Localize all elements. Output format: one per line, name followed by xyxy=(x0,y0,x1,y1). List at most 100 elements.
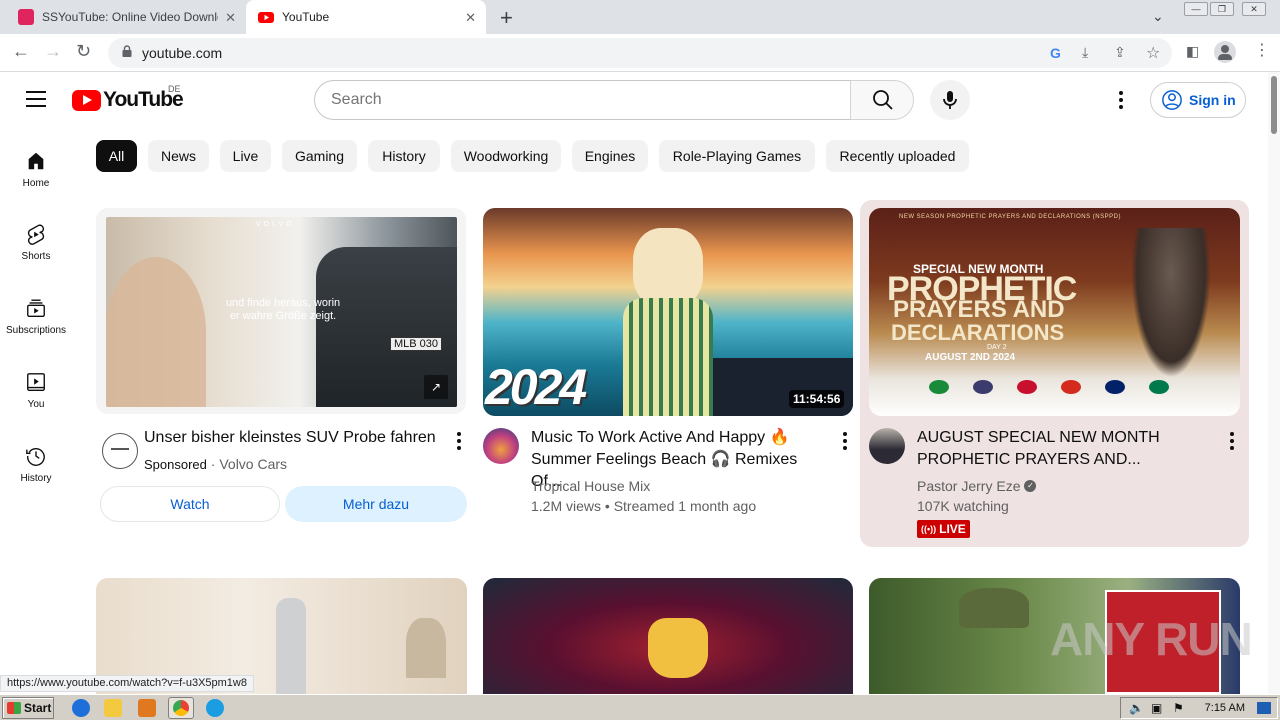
thumbnail-person-image xyxy=(406,618,446,678)
back-arrow-icon[interactable]: ← xyxy=(12,41,30,62)
close-icon[interactable]: ✕ xyxy=(225,10,236,26)
chevron-down-icon[interactable]: ⌄ xyxy=(1152,8,1164,25)
sidebar-item-shorts[interactable]: Shorts xyxy=(0,223,72,262)
tab-title: SSYouTube: Online Video Downloader xyxy=(42,10,218,24)
sidebar-item-subscriptions[interactable]: Subscriptions xyxy=(0,297,72,336)
search-input[interactable] xyxy=(315,81,850,119)
profile-avatar-icon[interactable] xyxy=(1214,41,1236,63)
scrollbar-thumb[interactable] xyxy=(1271,76,1277,134)
channel-name[interactable]: Volvo Cars xyxy=(219,456,287,472)
video-stats: 1.2M views • Streamed 1 month ago xyxy=(531,498,757,514)
voice-search-button[interactable] xyxy=(930,80,970,120)
side-panel-icon[interactable]: ◧ xyxy=(1186,43,1199,60)
you-icon xyxy=(27,373,45,391)
bookmark-star-icon[interactable]: ☆ xyxy=(1146,43,1160,63)
link-status-bar: https://www.youtube.com/watch?v=f-u3X5pm… xyxy=(0,675,254,692)
chip-news[interactable]: News xyxy=(148,140,209,172)
volume-icon[interactable]: 🔈 xyxy=(1129,701,1144,715)
youtube-logo[interactable]: YouTube DE xyxy=(72,84,184,112)
chip-live[interactable]: Live xyxy=(220,140,271,172)
media-player-icon[interactable] xyxy=(138,699,156,717)
tab-ssyoutube[interactable]: SSYouTube: Online Video Downloader ✕ xyxy=(0,0,246,34)
video-thumbnail[interactable]: 2024 11:54:56 xyxy=(483,208,853,416)
network-icon[interactable]: ▣ xyxy=(1151,701,1162,715)
volvo-logo-icon xyxy=(111,448,129,450)
chip-history[interactable]: History xyxy=(368,140,440,172)
thumbnail-cap-image xyxy=(959,588,1029,628)
forward-arrow-icon[interactable]: → xyxy=(44,41,62,62)
chip-role-playing-games[interactable]: Role-Playing Games xyxy=(659,140,815,172)
ie-icon[interactable] xyxy=(72,699,90,717)
desktop-icon[interactable] xyxy=(1257,702,1271,714)
chip-woodworking[interactable]: Woodworking xyxy=(451,140,561,172)
chip-gaming[interactable]: Gaming xyxy=(282,140,357,172)
browser-tab-bar: SSYouTube: Online Video Downloader ✕ You… xyxy=(0,0,1280,34)
chrome-taskbar-button[interactable] xyxy=(168,697,194,719)
sidebar-item-you[interactable]: You xyxy=(0,371,72,410)
video-thumbnail[interactable]: NEW SEASON PROPHETIC PRAYERS AND DECLARA… xyxy=(869,208,1240,416)
ad-thumbnail[interactable]: VOLVO und finde heraus, worin er wahre G… xyxy=(106,217,457,407)
channel-avatar[interactable] xyxy=(869,428,905,464)
anyrun-watermark: ANY RUN xyxy=(1050,613,1253,665)
hamburger-menu-icon[interactable] xyxy=(26,91,46,112)
edge-icon[interactable] xyxy=(206,699,224,717)
share-icon[interactable]: ⇪ xyxy=(1114,44,1126,61)
install-icon[interactable]: ⤓ xyxy=(1082,44,1088,61)
sidebar-item-home[interactable]: Home xyxy=(0,150,72,189)
browser-menu-icon[interactable]: ⋮ xyxy=(1254,40,1270,60)
channel-name[interactable]: Tropical House Mix xyxy=(531,476,650,496)
sidebar-item-label: History xyxy=(20,473,52,484)
live-badge-label: LIVE xyxy=(939,522,966,536)
sidebar-item-label: Home xyxy=(22,178,50,189)
more-options-icon[interactable] xyxy=(457,432,461,453)
chip-engines[interactable]: Engines xyxy=(572,140,648,172)
window-close-icon[interactable]: ✕ xyxy=(1242,2,1266,16)
close-icon[interactable]: ✕ xyxy=(465,10,476,26)
chip-recently-uploaded[interactable]: Recently uploaded xyxy=(826,140,969,172)
video-title[interactable]: Unser bisher kleinstes SUV Probe fahren xyxy=(144,427,444,449)
video-thumbnail[interactable] xyxy=(483,578,853,694)
taskbar-clock: 7:15 AM xyxy=(1204,702,1245,714)
live-badge: ((•)) LIVE xyxy=(917,520,970,538)
channel-avatar[interactable] xyxy=(483,428,519,464)
channel-name[interactable]: Pastor Jerry Eze xyxy=(917,476,1020,496)
more-options-icon[interactable] xyxy=(1230,432,1234,453)
ssyoutube-favicon-icon xyxy=(18,9,34,25)
sponsored-label: Sponsored xyxy=(144,457,207,472)
tab-youtube[interactable]: YouTube ✕ xyxy=(246,0,486,34)
reload-icon[interactable]: ↻ xyxy=(76,41,91,62)
video-title[interactable]: AUGUST SPECIAL NEW MONTH PROPHETIC PRAYE… xyxy=(917,427,1217,471)
settings-more-icon[interactable] xyxy=(1119,91,1123,112)
verified-check-icon: ✓ xyxy=(1024,480,1037,492)
license-plate-text: MLB 030 xyxy=(390,337,443,351)
new-tab-plus-icon[interactable]: + xyxy=(500,5,513,31)
windows-taskbar: Start 🔈 ▣ ⚑ 7:15 AM xyxy=(0,694,1280,720)
page-scrollbar[interactable] xyxy=(1268,72,1280,694)
learn-more-button[interactable]: Mehr dazu xyxy=(285,486,467,522)
external-link-icon[interactable]: ↗ xyxy=(424,375,448,399)
youtube-favicon-icon xyxy=(258,12,274,23)
volvo-channel-avatar[interactable] xyxy=(102,433,138,469)
start-button[interactable]: Start xyxy=(2,697,54,719)
tab-title: YouTube xyxy=(282,10,330,24)
flag-icon[interactable]: ⚑ xyxy=(1173,701,1184,715)
folder-icon[interactable] xyxy=(104,699,122,717)
sign-in-button[interactable]: Sign in xyxy=(1150,82,1246,118)
chrome-icon xyxy=(173,700,189,716)
address-bar[interactable]: youtube.com G ⤓ ⇪ ☆ xyxy=(108,38,1172,68)
thumbnail-year-text: 2024 xyxy=(485,359,587,415)
chip-all[interactable]: All xyxy=(96,140,137,172)
search-button[interactable] xyxy=(850,80,914,120)
watch-button[interactable]: Watch xyxy=(100,486,280,522)
sidebar-item-label: You xyxy=(27,399,45,410)
search-icon xyxy=(873,90,893,110)
sidebar-item-history[interactable]: History xyxy=(0,445,72,484)
thumbnail-line6: AUGUST 2ND 2024 xyxy=(925,352,1016,363)
microphone-icon xyxy=(943,91,957,109)
maximize-icon[interactable]: ❐ xyxy=(1210,2,1234,16)
system-tray: 🔈 ▣ ⚑ 7:15 AM xyxy=(1120,697,1278,719)
google-g-icon[interactable]: G xyxy=(1050,45,1061,61)
minimize-icon[interactable]: — xyxy=(1184,2,1208,16)
thumbnail-character-image xyxy=(648,618,708,678)
more-options-icon[interactable] xyxy=(843,432,847,453)
